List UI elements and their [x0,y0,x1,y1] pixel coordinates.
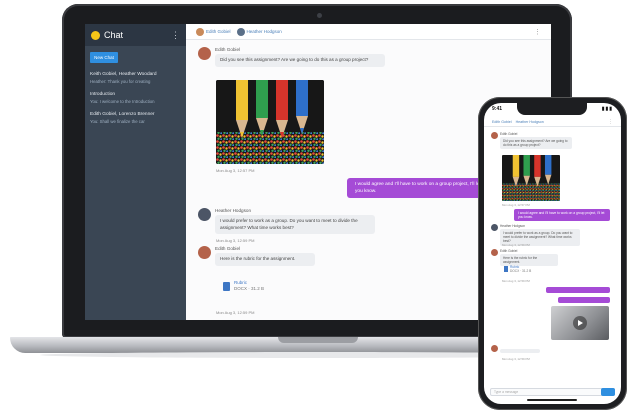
file-meta: DOCX · 31.2 B [234,286,265,291]
shared-image[interactable] [216,80,324,164]
webcam [317,13,322,18]
conversation-preview: You: I welcome to the Introduction [90,99,155,104]
timestamp: Mon Aug 3, 12:57 PM [216,168,255,173]
sender-name: Heather Hodgson [215,208,252,213]
avatar [491,345,498,352]
chat-logo-icon [91,30,100,40]
send-button[interactable] [601,388,615,396]
timestamp: Mon Aug 3, 12:59 PM [216,238,255,243]
sidebar-conversation-item[interactable]: Introduction You: I welcome to the Intro… [85,87,186,107]
message-bubble: Here is the rubric for the assignment. [215,253,315,266]
message: Edith Gobiel Did you see this assignment… [198,47,385,67]
avatar [491,132,498,139]
chat-header: Edith Gobiel Heather Hodgson ⋮ [484,117,621,127]
sidebar: Chat ⋮ New Chat Keith Gobiel, Heather Wo… [85,24,186,320]
message-input[interactable]: Type a message [490,388,615,396]
video-attachment[interactable] [551,306,609,340]
timestamp: Mon Aug 3, 12:59 PM [502,357,530,361]
colored-pencils-image [502,155,560,201]
kebab-menu-icon[interactable]: ⋮ [534,28,541,36]
avatar [198,208,211,221]
kebab-menu-icon[interactable]: ⋮ [608,119,613,125]
app-title: Chat [104,30,124,40]
conversation-name: Keith Gobiel, Heather Woodard [90,72,157,77]
avatar [198,47,211,60]
message-bubble: Did you see this assignment? Are we goin… [500,137,572,150]
participant-name: Heather Hodgson [246,29,282,34]
input-placeholder: Type a message [494,390,519,394]
message: Edith Gobiel Here is the rubric for the … [198,246,315,266]
signal-icon: ▮▮▮ [601,106,613,112]
participant[interactable]: Heather Hodgson [236,27,282,36]
conversation-name: Edith Gobiel, Lorenzo Brenner [90,112,155,117]
play-icon[interactable] [573,316,587,330]
kebab-menu-icon[interactable]: ⋮ [171,30,180,41]
avatar [236,27,245,36]
message-bubble: Did you see this assignment? Are we goin… [215,54,385,67]
phone-screen: 9:41 ▮▮▮ Edith Gobiel Heather Hodgson ⋮ … [484,103,621,404]
shared-image[interactable] [502,155,560,201]
timestamp: Mon Aug 3, 12:59 PM [502,279,530,283]
sidebar-conversation-item[interactable]: Keith Gobiel, Heather Woodard Heather: T… [85,67,186,87]
colored-pencils-image [216,80,324,164]
outgoing-message-bubble: I would agree and I'll have to work on a… [514,209,610,222]
document-icon [223,281,230,291]
timestamp: Mon Aug 3, 12:59 PM [216,310,255,315]
avatar [196,27,204,36]
outgoing-message-bubble [558,297,610,303]
timestamp: Mon Aug 3, 12:57 PM [502,203,530,207]
sidebar-header: Chat ⋮ [85,24,186,46]
laptop-notch [278,337,358,343]
clock: 9:41 [492,106,503,112]
sender-name: Edith Gobiel [215,246,241,251]
new-chat-button[interactable]: New Chat [90,52,118,63]
participant[interactable]: Edith Gobiel [196,27,231,36]
conversation-preview: You: Shall we finalize the car [90,119,145,124]
participant-name[interactable]: Edith Gobiel [492,120,512,124]
home-indicator [527,399,577,401]
sender-name: Heather Hodgson [500,224,525,228]
document-icon [504,266,508,272]
sender-name: Edith Gobiel [215,47,241,52]
file-attachment[interactable]: Rubric DOCX · 31.2 B [504,265,531,273]
avatar [491,249,498,256]
outgoing-message-bubble: I would agree and I'll have to work on a… [347,178,491,198]
avatar [198,246,211,259]
phone-notch [517,103,587,115]
device-mockup: Chat ⋮ New Chat Keith Gobiel, Heather Wo… [0,0,644,413]
sender-name: Edith Gobiel [500,249,518,253]
message: Heather Hodgson I would prefer to work a… [198,208,375,234]
avatar [491,224,498,231]
message-bubble [500,349,540,353]
message-bubble: I would prefer to work as a group. Do yo… [215,215,375,234]
file-attachment[interactable]: Rubric DOCX · 31.2 B [223,280,264,292]
chat-header: Edith Gobiel Heather Hodgson ⋮ [186,24,551,40]
file-meta: DOCX · 31.2 B [510,269,532,273]
outgoing-message-bubble [546,287,610,293]
sidebar-conversation-item[interactable]: Edith Gobiel, Lorenzo Brenner You: Shall… [85,107,186,127]
participant-name[interactable]: Heather Hodgson [516,120,544,124]
participant-name: Edith Gobiel [206,29,231,34]
sender-name: Edith Gobiel [500,132,518,136]
conversation-preview: Heather: Thank you for creating [90,79,151,84]
timestamp: Mon Aug 3, 12:59 PM [502,243,530,247]
conversation-name: Introduction [90,92,116,97]
